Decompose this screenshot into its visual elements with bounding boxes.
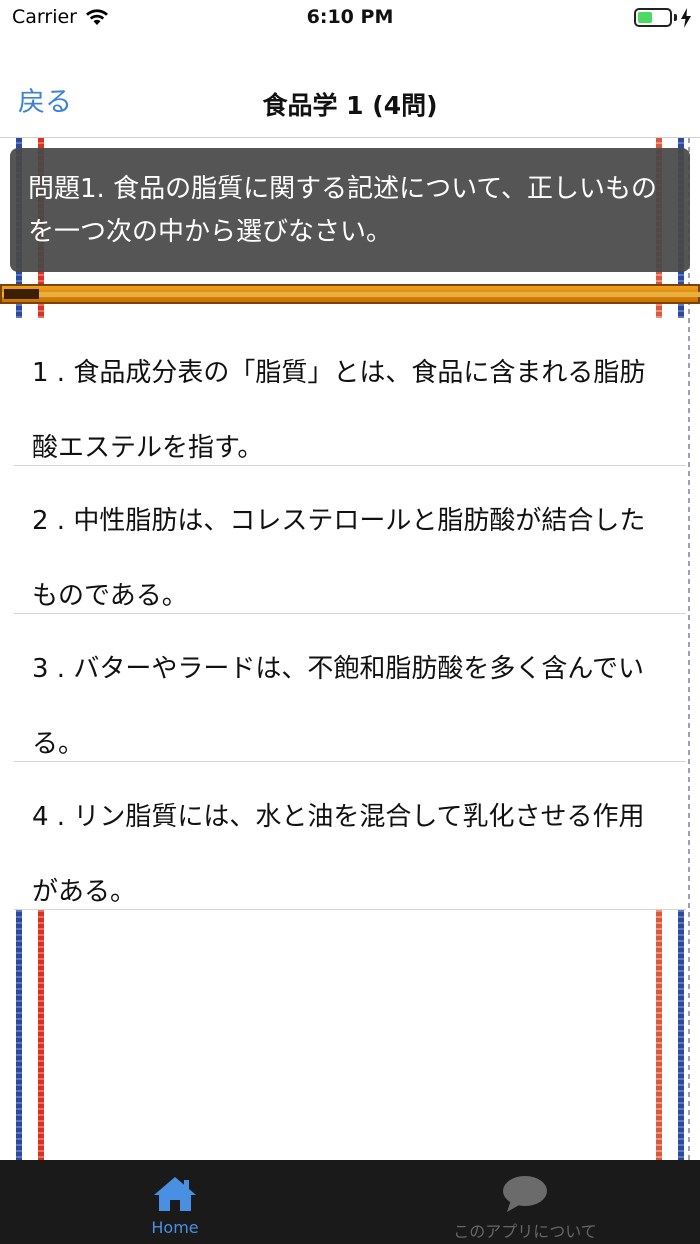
answer-text: 4 . リン脂質には、水と油を混合して乳化させる作用がある。 xyxy=(32,802,645,907)
tab-about-label: このアプリについて xyxy=(453,1222,597,1241)
progress-bar xyxy=(0,284,700,304)
tab-home-label: Home xyxy=(151,1218,199,1237)
progress-track xyxy=(2,292,700,297)
answer-option-1[interactable]: 1 . 食品成分表の「脂質」とは、食品に含まれる脂肪酸エステルを指す。 xyxy=(14,318,686,466)
question-text: 問題1. 食品の脂質に関する記述について、正しいものを一つ次の中から選びなさい。 xyxy=(28,174,657,247)
answer-option-3[interactable]: 3 . バターやラードは、不飽和脂肪酸を多く含んでいる。 xyxy=(14,614,686,762)
battery-tip xyxy=(674,14,677,21)
progress-fill xyxy=(4,289,39,299)
answer-text: 2 . 中性脂肪は、コレステロールと脂肪酸が結合したものである。 xyxy=(32,506,646,611)
tab-bar: Home このアプリについて xyxy=(0,1160,700,1244)
navigation-bar: 戻る 食品学 1 (4問) xyxy=(0,38,700,138)
charging-bolt-icon xyxy=(681,8,691,28)
home-icon xyxy=(154,1177,196,1211)
battery-level xyxy=(638,12,652,23)
tab-about-app[interactable]: このアプリについて xyxy=(350,1160,700,1244)
clock: 6:10 PM xyxy=(306,6,394,28)
answer-option-2[interactable]: 2 . 中性脂肪は、コレステロールと脂肪酸が結合したものである。 xyxy=(14,466,686,614)
question-box: 問題1. 食品の脂質に関する記述について、正しいものを一つ次の中から選びなさい。 xyxy=(10,148,690,272)
answer-list: 1 . 食品成分表の「脂質」とは、食品に含まれる脂肪酸エステルを指す。 2 . … xyxy=(14,318,686,910)
answer-text: 3 . バターやラードは、不飽和脂肪酸を多く含んでいる。 xyxy=(32,654,645,759)
answer-option-4[interactable]: 4 . リン脂質には、水と油を混合して乳化させる作用がある。 xyxy=(14,762,686,910)
tab-home[interactable]: Home xyxy=(0,1160,350,1244)
battery-icon xyxy=(634,8,672,27)
answer-text: 1 . 食品成分表の「脂質」とは、食品に含まれる脂肪酸エステルを指す。 xyxy=(32,358,646,463)
status-bar: Carrier 6:10 PM xyxy=(0,0,700,38)
page-title: 食品学 1 (4問) xyxy=(262,91,438,120)
speech-bubble-icon xyxy=(503,1176,547,1212)
